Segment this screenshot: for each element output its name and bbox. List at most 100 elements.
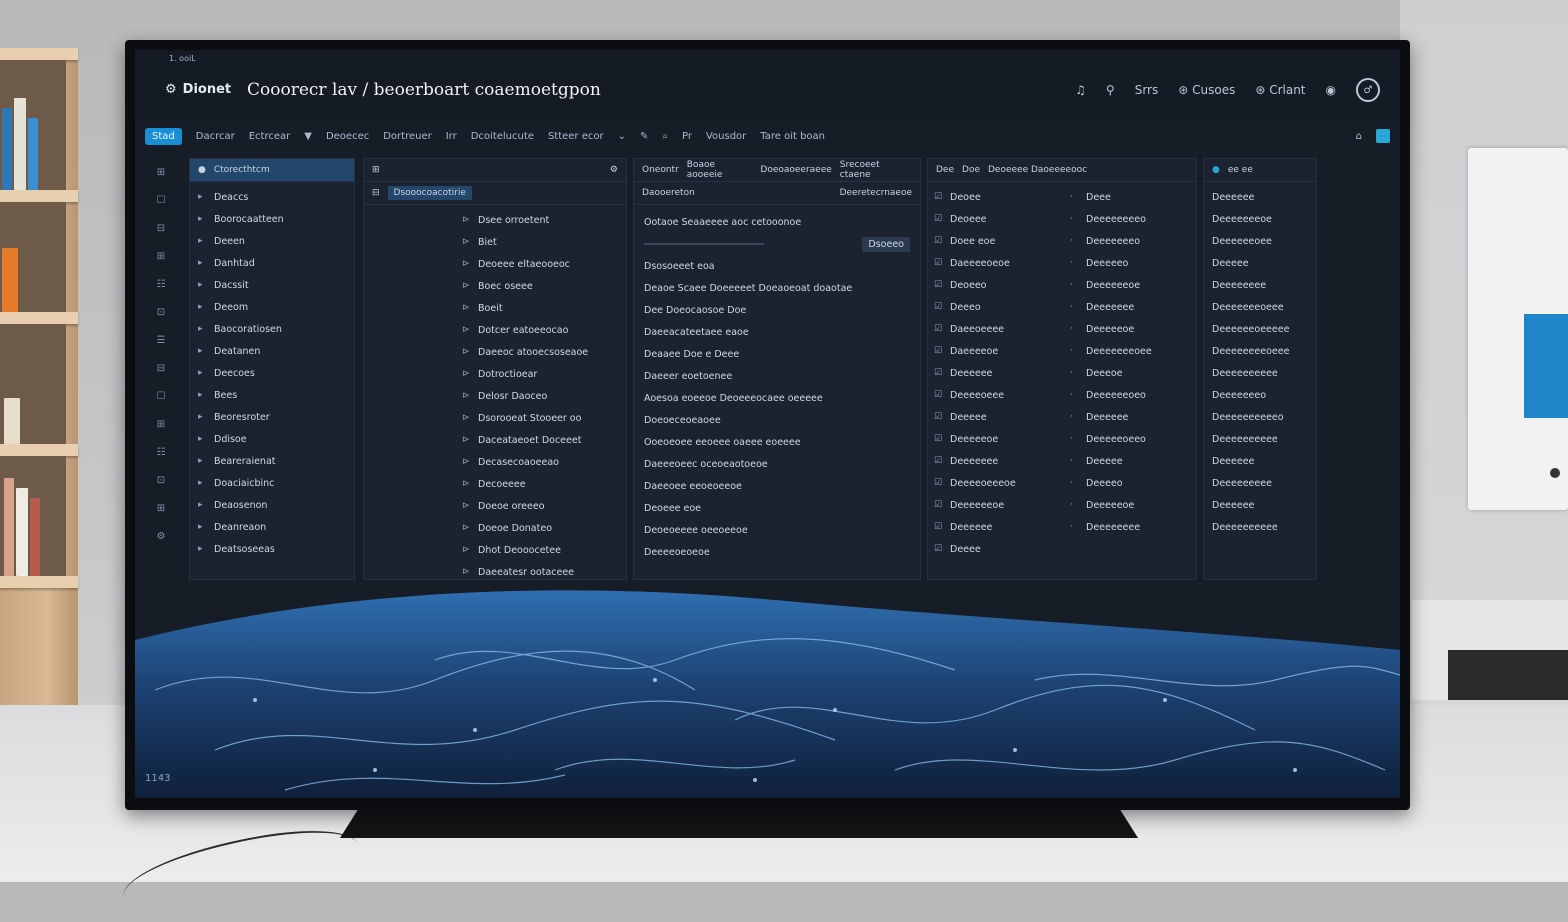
nav-item[interactable]: ▸ Bees — [198, 384, 346, 406]
rail-icon[interactable]: ⚙ — [147, 524, 175, 548]
lock-icon[interactable]: ⌂ — [1356, 131, 1362, 142]
grid-icon[interactable]: ⊞ — [372, 165, 380, 175]
rail-icon[interactable]: ⊟ — [147, 216, 175, 240]
nav-item[interactable]: ▸ Danhtad — [198, 252, 346, 274]
check-row[interactable]: ☑ Deoeeo — [934, 274, 1062, 296]
nav-item[interactable]: ▸ Doaciaicbinc — [198, 472, 346, 494]
editor-tab[interactable]: Srecoeet ctaene — [840, 160, 912, 180]
checkbox-icon[interactable]: ☑ — [934, 280, 944, 290]
nav-item[interactable]: ▸ Deeen — [198, 230, 346, 252]
checkbox-icon[interactable]: ☑ — [934, 368, 944, 378]
editor-button[interactable]: Dsoeeo — [862, 236, 910, 252]
checkbox-icon[interactable]: ☑ — [934, 500, 944, 510]
app-name[interactable]: ⚙ Dionet — [165, 82, 231, 97]
checkbox-icon[interactable]: ☑ — [934, 324, 944, 334]
toolbar-item[interactable]: Ectrcear — [249, 131, 291, 142]
list-tab[interactable]: Deoeeee Daoeeeeooc — [988, 165, 1087, 175]
checkbox-icon[interactable]: ☑ — [934, 192, 944, 202]
rail-icon[interactable]: ⊞ — [147, 496, 175, 520]
check-row[interactable]: ☑ Deeee — [934, 538, 1062, 560]
file-row[interactable]: ⊳ Daeeoc atooecsoseaoe — [462, 341, 626, 363]
check-row[interactable]: ☑ Deeeeoeeeoe — [934, 472, 1062, 494]
right-item[interactable]: Deeeeee — [1212, 494, 1308, 516]
chevron-down-icon[interactable]: ⌄ — [618, 131, 626, 142]
right-item[interactable]: Deeeeeeeeeeo — [1212, 406, 1308, 428]
edit-icon[interactable]: ✎ — [640, 131, 648, 142]
checkbox-icon[interactable]: ☑ — [934, 412, 944, 422]
file-row[interactable]: ⊳ Deoeee eltaeooeoc — [462, 253, 626, 275]
check-row[interactable]: ☑ Deeeeeeoe — [934, 494, 1062, 516]
nav-item[interactable]: ▸ Deaosenon — [198, 494, 346, 516]
rail-icon[interactable]: ☷ — [147, 272, 175, 296]
list-item[interactable]: · Deeeeee — [1070, 406, 1188, 428]
list-item[interactable]: · Deeeeeee — [1070, 296, 1188, 318]
toolbar-right-item[interactable]: Pr — [682, 131, 692, 142]
file-row[interactable]: ⊳ Decasecoaoeeao — [462, 451, 626, 473]
nav-item[interactable]: ▸ Beoresroter — [198, 406, 346, 428]
rail-icon[interactable]: ⊡ — [147, 468, 175, 492]
check-row[interactable]: ☑ Daeeeeoeoe — [934, 252, 1062, 274]
toolbar-item[interactable]: Irr — [446, 131, 457, 142]
nav-item[interactable]: ▸ Deeom — [198, 296, 346, 318]
file-row[interactable]: ⊳ Decoeeee — [462, 473, 626, 495]
toolbar-right-item[interactable]: Tare oit boan — [760, 131, 825, 142]
settings-icon[interactable]: ⚙ — [610, 165, 618, 175]
check-row[interactable]: ☑ Deeeeeee — [934, 450, 1062, 472]
checkbox-icon[interactable]: ☑ — [934, 434, 944, 444]
nav-panel-header[interactable]: ● Ctorecthtcm — [190, 159, 354, 182]
toolbar-badge[interactable]: Stad — [145, 127, 182, 145]
list-item[interactable]: · Deeeeeoe — [1070, 318, 1188, 340]
search-icon[interactable]: ⌕ — [662, 131, 668, 142]
nav-item[interactable]: ▸ Deatanen — [198, 340, 346, 362]
rail-icon[interactable]: ☷ — [147, 440, 175, 464]
view-icon[interactable]: ⊟ — [372, 188, 380, 198]
right-item[interactable]: Deeeeee — [1212, 186, 1308, 208]
list-tab[interactable]: Doe — [962, 165, 980, 175]
checkbox-icon[interactable]: ☑ — [934, 346, 944, 356]
check-row[interactable]: ☑ Deeeo — [934, 296, 1062, 318]
check-row[interactable]: ☑ Deeeeee — [934, 362, 1062, 384]
check-row[interactable]: ☑ Daeeeeoe — [934, 340, 1062, 362]
checkbox-icon[interactable]: ☑ — [934, 390, 944, 400]
file-row[interactable]: ⊳ Delosr Daoceo — [462, 385, 626, 407]
rail-icon[interactable]: ☐ — [147, 188, 175, 212]
check-row[interactable]: ☑ Deeeeoeee — [934, 384, 1062, 406]
check-row[interactable]: ☑ Deoee — [934, 186, 1062, 208]
right-item[interactable]: Deeeeeeeeee — [1212, 362, 1308, 384]
file-row[interactable]: ⊳ Doeoe Donateo — [462, 517, 626, 539]
nav-item[interactable]: ▸ Boorocaatteen — [198, 208, 346, 230]
bell-icon[interactable]: ♫ — [1075, 83, 1086, 97]
toolbar-item[interactable]: Stteer ecor — [548, 131, 604, 142]
right-item[interactable]: Deeeeeeeeee — [1212, 516, 1308, 538]
check-row[interactable]: ☑ Deeeeee — [934, 516, 1062, 538]
toolbar-item[interactable]: Deoecec — [326, 131, 369, 142]
nav-item[interactable]: ▸ Deecoes — [198, 362, 346, 384]
toolbar-right-item[interactable]: Vousdor — [706, 131, 746, 142]
right-item[interactable]: Deeeeeeeoe — [1212, 208, 1308, 230]
list-item[interactable]: · Deeeeeeeo — [1070, 230, 1188, 252]
rail-icon[interactable]: ⊞ — [147, 244, 175, 268]
eye-icon[interactable]: ◉ — [1326, 83, 1336, 97]
file-row[interactable]: ⊳ Doeoe oreeeo — [462, 495, 626, 517]
nav-item[interactable]: ▸ Dacssit — [198, 274, 346, 296]
checkbox-icon[interactable]: ☑ — [934, 236, 944, 246]
checkbox-icon[interactable]: ☑ — [934, 544, 944, 554]
rail-icon[interactable]: ⊞ — [147, 160, 175, 184]
file-row[interactable]: ⊳ Dsorooeat Stooeer oo — [462, 407, 626, 429]
editor-tab[interactable]: Oneontr — [642, 165, 679, 175]
file-row[interactable]: ⊳ Daceataeoet Doceeet — [462, 429, 626, 451]
right-item[interactable]: Deeeeeeeee — [1212, 472, 1308, 494]
check-row[interactable]: ☑ Doee eoe — [934, 230, 1062, 252]
file-panel-title[interactable]: Dsooocoacotirie — [387, 186, 472, 200]
list-item[interactable]: · Deeeeeeoeo — [1070, 384, 1188, 406]
filter-icon[interactable]: ▼ — [304, 131, 312, 142]
right-item[interactable]: Deeeee — [1212, 252, 1308, 274]
file-row[interactable]: ⊳ Dhot Deooocetee — [462, 539, 626, 561]
user-circle-icon[interactable]: ♂ — [1356, 78, 1380, 102]
list-item[interactable]: · Deeeee — [1070, 450, 1188, 472]
rail-icon[interactable]: ☐ — [147, 384, 175, 408]
top-item-1[interactable]: ⊛ Cusoes — [1178, 83, 1235, 97]
right-item[interactable]: Deeeeeeoeeeee — [1212, 318, 1308, 340]
top-item-0[interactable]: Srrs — [1135, 83, 1159, 97]
right-item[interactable]: Deeeeee — [1212, 450, 1308, 472]
